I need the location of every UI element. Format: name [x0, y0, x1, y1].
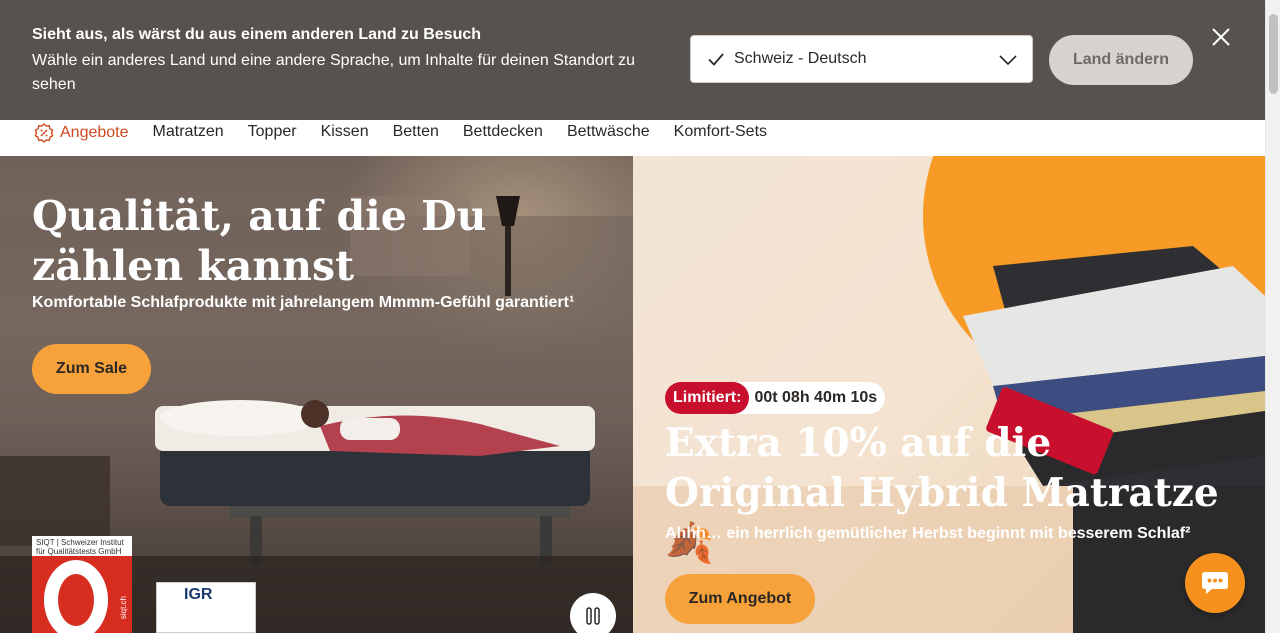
timer-label: Limitiert: — [665, 382, 750, 414]
hero-left[interactable]: Qualität, auf die Du zählen kannst Komfo… — [0, 156, 633, 633]
hero-left-subtitle: Komfortable Schlafprodukte mit jahrelang… — [32, 294, 575, 311]
hero-right[interactable]: Limitiert: 00t 08h 40m 10s Extra 10% auf… — [633, 156, 1265, 633]
nav-item-label: Angebote — [60, 124, 129, 141]
country-select[interactable]: Schweiz - Deutsch — [690, 35, 1033, 83]
countdown-timer: Limitiert: 00t 08h 40m 10s — [665, 382, 886, 414]
page: Sieht aus, als wärst du aus einem andere… — [0, 0, 1280, 633]
nav-item-komfort-sets[interactable]: Komfort-Sets — [674, 123, 767, 141]
chat-button[interactable] — [1185, 553, 1245, 613]
siqt-url: siqt.ch — [119, 596, 128, 620]
country-banner: Sieht aus, als wärst du aus einem andere… — [0, 0, 1265, 120]
page-scrollbar[interactable] — [1265, 0, 1280, 633]
nav-item-topper[interactable]: Topper — [248, 123, 297, 141]
hero-left-title: Qualität, auf die Du zählen kannst — [32, 192, 487, 290]
siqt-seal: SIQT | Schweizer Institut für Qualitätst… — [32, 536, 132, 633]
nav-item-bettwaesche[interactable]: Bettwäsche — [567, 123, 650, 141]
country-banner-description: Wähle ein anderes Land und eine andere S… — [32, 52, 636, 93]
nav-item-matratzen[interactable]: Matratzen — [153, 123, 224, 141]
timer-value: 00t 08h 40m 10s — [754, 389, 878, 406]
nav-item-kissen[interactable]: Kissen — [321, 123, 369, 141]
chevron-down-icon — [999, 55, 1017, 66]
nav-item-betten[interactable]: Betten — [393, 123, 439, 141]
country-select-value: Schweiz - Deutsch — [734, 50, 867, 67]
nav-item-bettdecken[interactable]: Bettdecken — [463, 123, 543, 141]
close-icon[interactable] — [1208, 24, 1234, 50]
scrollbar-thumb[interactable] — [1269, 14, 1278, 94]
igr-seal: IGR — [156, 582, 256, 633]
change-country-button[interactable]: Land ändern — [1049, 35, 1193, 85]
check-icon — [708, 53, 724, 66]
sale-button[interactable]: Zum Sale — [32, 344, 151, 394]
hero-right-subtitle: Ahhh… ein herrlich gemütlicher Herbst be… — [665, 525, 1191, 542]
chat-bubble-icon — [1202, 572, 1228, 594]
nav-item-angebote[interactable]: Angebote — [34, 123, 129, 143]
pause-button[interactable] — [570, 593, 616, 633]
offer-button[interactable]: Zum Angebot — [665, 574, 815, 624]
pause-icon — [586, 607, 600, 625]
siqt-q-logo — [44, 560, 108, 633]
hero-right-title: Extra 10% auf die Original Hybrid Matrat… — [665, 420, 1219, 566]
country-banner-title: Sieht aus, als wärst du aus einem andere… — [32, 26, 482, 43]
sale-badge-icon — [34, 123, 54, 143]
igr-seal-label: IGR — [184, 586, 213, 603]
siqt-seal-label: SIQT | Schweizer Institut für Qualitätst… — [32, 536, 132, 556]
main-nav: Angebote Matratzen Topper Kissen Betten … — [0, 120, 1265, 156]
